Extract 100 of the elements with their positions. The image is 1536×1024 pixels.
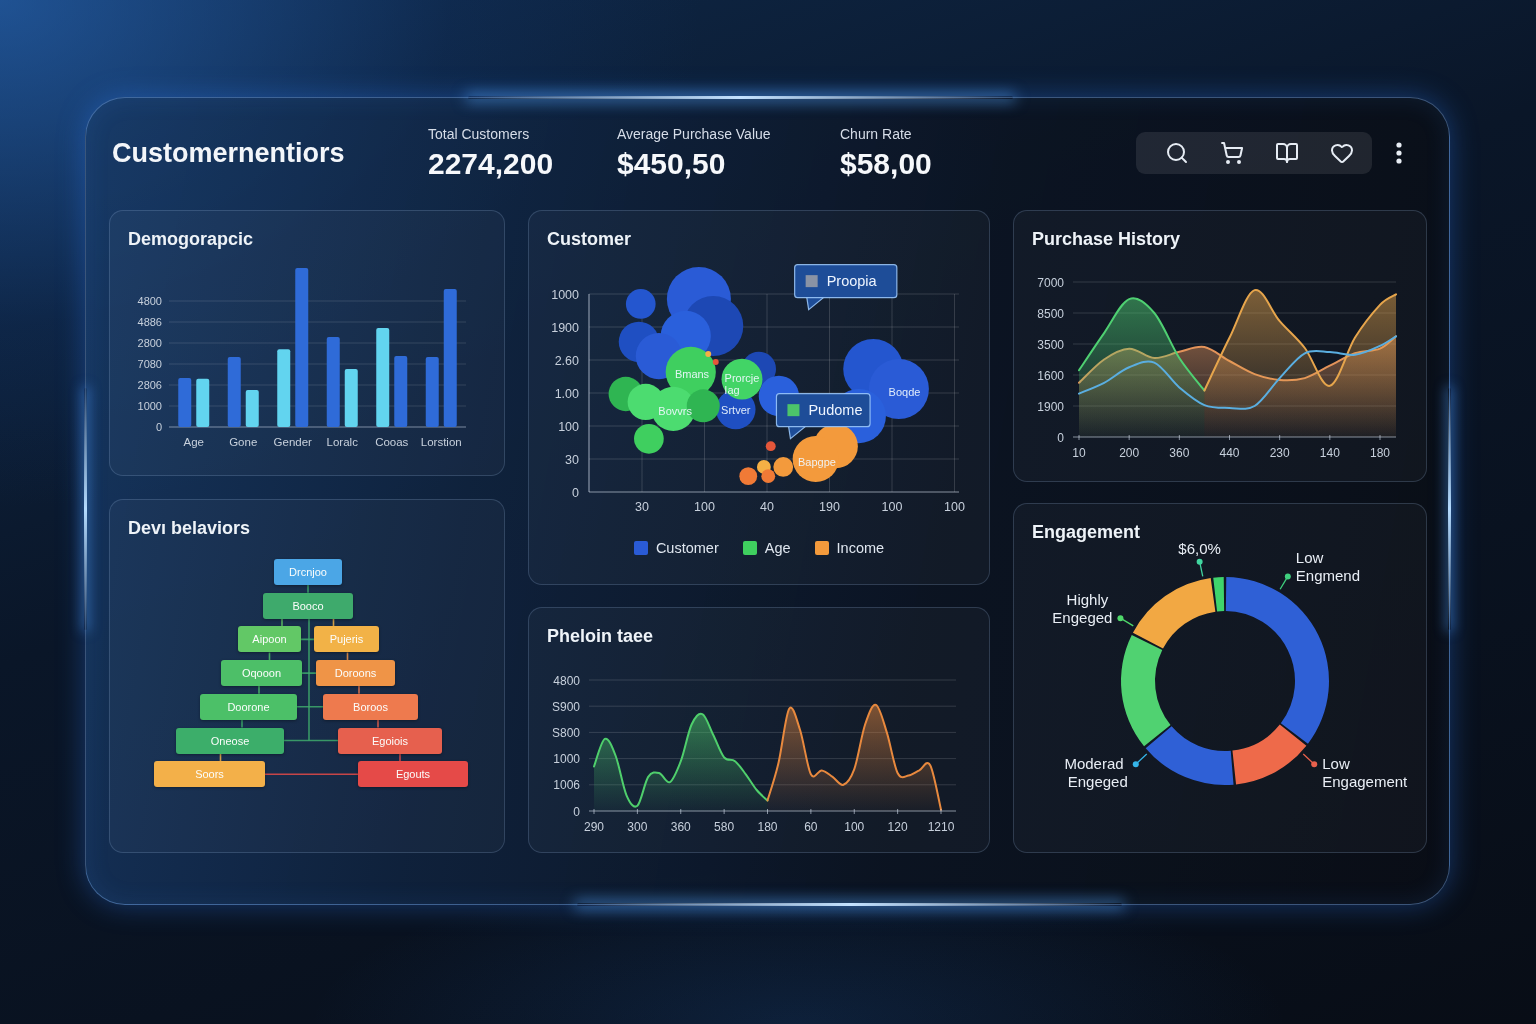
panel-title: Customer xyxy=(547,228,631,251)
tree-node: Oneose xyxy=(176,727,284,754)
segment-label: $6,0% xyxy=(1178,539,1221,557)
dashboard-title: Customernentiors xyxy=(112,137,345,170)
marker-dot-icon xyxy=(1311,761,1318,768)
marker-dot-icon xyxy=(1132,761,1139,768)
kpi-label: Churn Rate xyxy=(840,125,912,143)
axis-label: 2800 xyxy=(137,337,162,349)
axis-label: 200 xyxy=(1119,446,1140,460)
category-label: Cooas xyxy=(375,436,409,448)
axis-label: 1210 xyxy=(927,820,955,834)
callout-label: Pudome xyxy=(808,402,863,419)
category-label: Gender xyxy=(273,436,312,448)
segment-label: Low Engmend xyxy=(1295,549,1361,585)
axis-label: 30 xyxy=(565,452,579,467)
search-icon xyxy=(1165,141,1189,165)
connector-line xyxy=(241,719,243,729)
axis-label: 1900 xyxy=(1037,399,1064,414)
axis-label: 0 xyxy=(155,421,162,433)
connector-line xyxy=(377,719,379,729)
axis-label: 0 xyxy=(1057,430,1064,445)
axis-label: 230 xyxy=(1269,446,1290,460)
tree-node: Oqooon xyxy=(221,660,302,687)
axis-label: 290 xyxy=(584,820,604,834)
segment-label: Low Engagement xyxy=(1322,755,1408,791)
axis-label: 3500 xyxy=(1037,337,1064,352)
tree-node: Egoiois xyxy=(338,727,442,754)
bubble-label: Prorcje xyxy=(724,372,760,385)
axis-label: 2.60 xyxy=(554,353,579,368)
axis-label: 4800 xyxy=(553,673,580,688)
segment-label: Highly Engeged xyxy=(1052,591,1113,627)
connector-line xyxy=(281,617,283,628)
axis-label: S800 xyxy=(551,725,580,740)
panel-title: Demogorapcic xyxy=(128,228,254,251)
marker-dot-icon xyxy=(1284,573,1291,580)
axis-label: 120 xyxy=(887,820,908,834)
tree-node: Drcnjoo xyxy=(274,559,342,585)
tree-node: Soors xyxy=(154,761,265,788)
bubble-label: Bapgpe xyxy=(798,455,836,468)
connector-line xyxy=(258,685,260,695)
bubble-label: Srtver xyxy=(721,404,751,417)
panel-title: Purchase History xyxy=(1032,228,1181,251)
marker-dot-icon xyxy=(1117,615,1124,622)
more-icon xyxy=(1396,142,1402,164)
axis-label: 180 xyxy=(757,820,778,834)
axis-label: 140 xyxy=(1319,446,1340,460)
axis-label: 360 xyxy=(670,820,691,834)
axis-label: 580 xyxy=(714,820,735,834)
axis-label: 100 xyxy=(844,820,865,834)
tree-node: Booco xyxy=(263,592,353,619)
kpi-label: Average Purchase Value xyxy=(617,125,771,143)
legend-label: Age xyxy=(764,540,791,556)
axis-label: 1.00 xyxy=(554,386,579,401)
panel-title: Engagement xyxy=(1032,521,1141,544)
connector-line xyxy=(399,752,401,762)
category-label: Lorstion xyxy=(420,436,462,448)
connector-line xyxy=(307,584,309,594)
kpi-value: 2274,200 xyxy=(428,147,554,181)
axis-label: 180 xyxy=(1370,446,1390,460)
panel-title: Devı belaviors xyxy=(128,517,251,540)
axis-label: 1000 xyxy=(137,400,162,412)
axis-label: 100 xyxy=(694,500,715,514)
axis-label: 0 xyxy=(572,485,579,500)
callout-label: Proopia xyxy=(826,273,877,290)
book-icon xyxy=(1275,141,1299,165)
segment-label: Moderad Engeged xyxy=(1064,755,1128,791)
axis-label: 1900 xyxy=(551,320,579,335)
kpi-value: $450,50 xyxy=(617,147,726,181)
axis-label: 300 xyxy=(627,820,648,834)
axis-label: S900 xyxy=(551,699,580,714)
heart-icon xyxy=(1330,141,1354,165)
legend-label: Income xyxy=(836,540,885,556)
axis-label: 1000 xyxy=(553,752,580,767)
tree-node: Boroos xyxy=(323,693,418,720)
category-label: Loralc xyxy=(326,436,358,448)
axis-label: 440 xyxy=(1219,446,1240,460)
tree-node: Doroons xyxy=(316,660,395,687)
axis-label: 10 xyxy=(1072,446,1086,460)
tree-node: Pujeris xyxy=(314,626,379,653)
panel-title: Pheloin taee xyxy=(547,625,654,648)
bubble-label: Iag xyxy=(724,384,740,397)
axis-label: 7000 xyxy=(1037,275,1064,290)
axis-label: 0 xyxy=(573,804,580,819)
axis-label: 100 xyxy=(558,419,579,434)
axis-label: 1600 xyxy=(1037,368,1064,383)
kpi-value: $58,00 xyxy=(840,147,932,181)
axis-label: 30 xyxy=(635,500,649,514)
axis-label: 100 xyxy=(944,500,965,514)
axis-label: 1006 xyxy=(553,778,580,793)
axis-label: 60 xyxy=(804,820,818,834)
cart-icon xyxy=(1220,141,1244,165)
connector-line xyxy=(358,685,360,695)
tree-node: Egouts xyxy=(358,761,468,788)
axis-label: 7080 xyxy=(137,358,162,370)
axis-label: 40 xyxy=(760,500,774,514)
legend-label: Customer xyxy=(655,540,719,556)
axis-label: 2806 xyxy=(137,379,162,391)
axis-label: 190 xyxy=(819,500,840,514)
axis-label: 8500 xyxy=(1037,306,1064,321)
axis-label: 100 xyxy=(881,500,903,514)
